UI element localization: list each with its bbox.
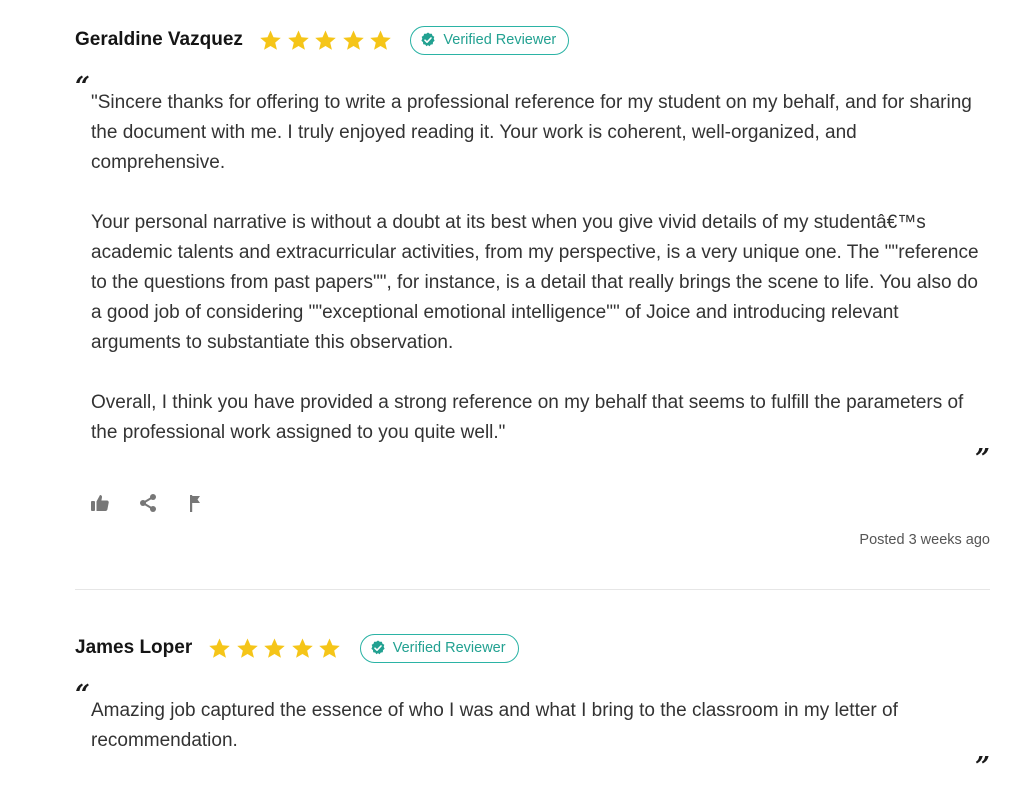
- review-text: Amazing job captured the essence of who …: [91, 696, 981, 756]
- badge-label: Verified Reviewer: [392, 640, 506, 656]
- star-icon: [289, 637, 317, 660]
- close-quote-icon: ”: [975, 444, 990, 474]
- thumbs-up-icon[interactable]: [89, 492, 111, 514]
- open-quote-icon: “: [75, 72, 90, 102]
- review-card: Geraldine Vazquez Verified Reviewer “ "S…: [75, 24, 990, 564]
- review-header: James Loper Verified Reviewer: [75, 632, 990, 664]
- star-icon: [257, 29, 285, 52]
- star-rating: [206, 637, 344, 660]
- reviewer-name: James Loper: [75, 637, 193, 658]
- review-paragraph: Overall, I think you have provided a str…: [91, 392, 964, 443]
- close-quote-icon: ”: [975, 752, 990, 782]
- star-icon: [284, 29, 312, 52]
- star-rating: [257, 29, 395, 52]
- star-icon: [367, 29, 395, 52]
- star-icon: [339, 29, 367, 52]
- flag-icon[interactable]: [185, 492, 207, 514]
- verified-reviewer-badge: Verified Reviewer: [410, 25, 570, 55]
- review-paragraph: Your personal narrative is without a dou…: [91, 212, 979, 353]
- reviewer-name: Geraldine Vazquez: [75, 29, 243, 50]
- review-paragraph: "Sincere thanks for offering to write a …: [91, 92, 972, 173]
- open-quote-icon: “: [75, 680, 90, 710]
- review-header: Geraldine Vazquez Verified Reviewer: [75, 24, 990, 56]
- star-icon: [316, 637, 344, 660]
- star-icon: [206, 637, 234, 660]
- share-icon[interactable]: [137, 492, 159, 514]
- verified-check-icon: [371, 640, 385, 655]
- verified-check-icon: [421, 32, 436, 47]
- review-card: James Loper Verified Reviewer “ Amazing …: [75, 632, 990, 791]
- review-paragraph: Amazing job captured the essence of who …: [91, 700, 898, 751]
- star-icon: [312, 29, 340, 52]
- review-text: "Sincere thanks for offering to write a …: [91, 88, 981, 448]
- verified-reviewer-badge: Verified Reviewer: [359, 633, 519, 663]
- review-divider: [75, 589, 990, 590]
- review-actions: [89, 492, 233, 514]
- star-icon: [234, 637, 262, 660]
- star-icon: [261, 637, 289, 660]
- posted-date: Posted 3 weeks ago: [859, 532, 990, 548]
- badge-label: Verified Reviewer: [443, 32, 557, 48]
